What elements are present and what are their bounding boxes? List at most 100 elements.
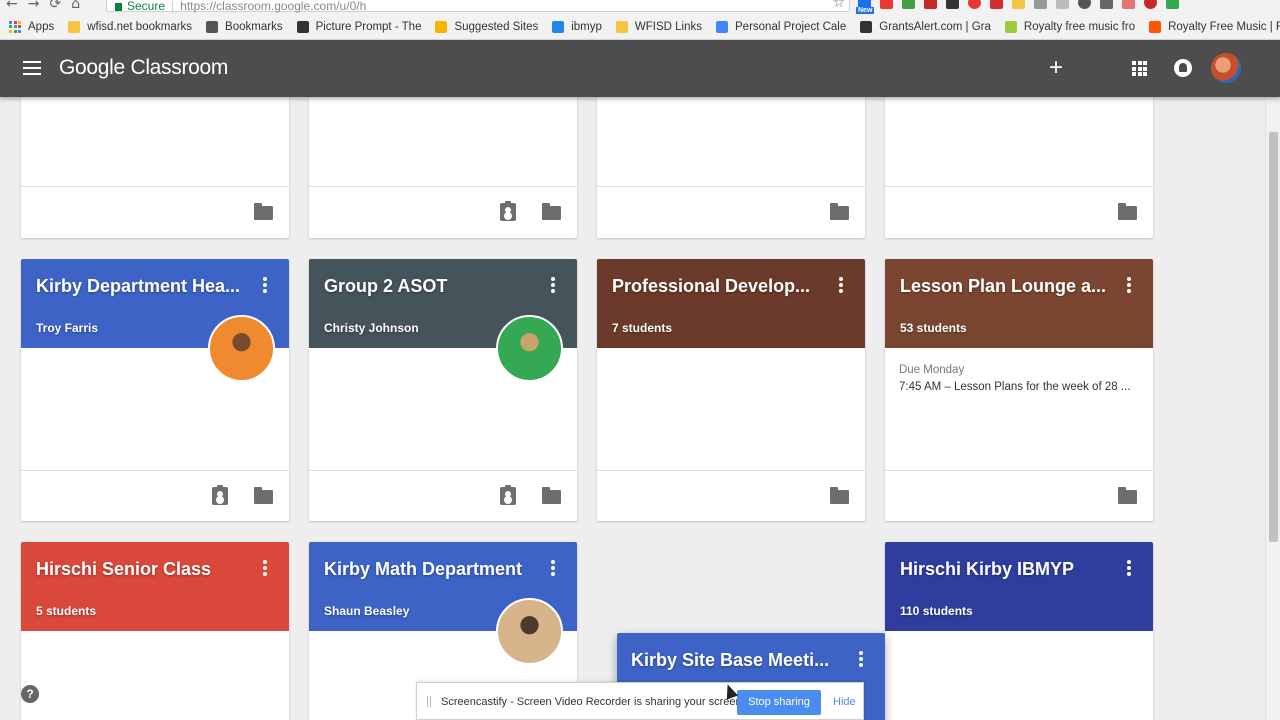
notifications-icon[interactable] — [1174, 59, 1192, 77]
class-card-header: Hirschi Kirby IBMYP 110 students — [885, 542, 1153, 631]
address-bar[interactable]: Secure | https://classroom.google.com/u/0/… — [106, 0, 850, 13]
class-card[interactable] — [21, 97, 289, 238]
more-options-icon[interactable] — [1127, 560, 1131, 576]
screen: ←→⟳⌂ Secure | https://classroom.google.com… — [0, 0, 1280, 720]
extension-icon[interactable] — [946, 0, 959, 9]
class-title[interactable]: Professional Develop... — [612, 276, 822, 297]
bookmark-label: Personal Project Cale — [735, 20, 847, 33]
assignment-icon[interactable] — [212, 485, 228, 505]
class-card[interactable] — [597, 97, 865, 238]
extension-icon[interactable] — [902, 0, 915, 9]
apps-grid-icon — [9, 20, 21, 33]
class-title[interactable]: Hirschi Kirby IBMYP — [900, 559, 1110, 580]
class-card-body — [309, 97, 577, 186]
class-card[interactable]: Hirschi Kirby IBMYP 110 students — [885, 542, 1153, 720]
class-card-footer — [309, 186, 577, 236]
bookmark-item[interactable]: Suggested Sites — [435, 20, 538, 33]
class-card-footer — [21, 186, 289, 236]
assignment-icon[interactable] — [500, 485, 516, 505]
folder-icon[interactable] — [1118, 203, 1137, 220]
bookmark-item[interactable]: ibmyp — [552, 20, 602, 33]
class-card[interactable] — [309, 97, 577, 238]
extension-icon[interactable] — [1012, 0, 1025, 9]
folder-icon[interactable] — [542, 203, 561, 220]
class-subtitle[interactable]: Christy Johnson — [324, 321, 419, 335]
class-card[interactable]: Kirby Department Hea... Troy Farris — [21, 259, 289, 521]
class-title[interactable]: Kirby Math Department — [324, 559, 534, 580]
menu-icon[interactable] — [23, 61, 41, 75]
bookmark-item[interactable]: wfisd.net bookmarks — [68, 20, 192, 33]
folder-icon[interactable] — [830, 487, 849, 504]
class-title[interactable]: Kirby Department Hea... — [36, 276, 246, 297]
folder-icon — [615, 20, 628, 33]
class-card-footer — [21, 470, 289, 520]
due-assignment-link[interactable]: 7:45 AM – Lesson Plans for the week of 2… — [899, 381, 1139, 393]
account-avatar[interactable] — [1211, 53, 1241, 83]
folder-icon[interactable] — [1118, 487, 1137, 504]
extension-icon[interactable] — [1166, 0, 1179, 9]
extension-icon[interactable] — [1122, 0, 1135, 9]
bookmark-item[interactable]: GrantsAlert.com | Gra — [860, 20, 991, 33]
more-options-icon[interactable] — [839, 277, 843, 293]
google-apps-icon[interactable] — [1132, 61, 1147, 76]
extension-icon[interactable] — [880, 0, 893, 9]
class-title[interactable]: Hirschi Senior Class — [36, 559, 246, 580]
extension-icon[interactable] — [990, 0, 1003, 9]
bookmark-star-icon[interactable]: ☆ — [832, 0, 845, 11]
class-card-footer — [597, 470, 865, 520]
calendar-icon — [716, 20, 729, 33]
add-class-button[interactable]: + — [1049, 54, 1063, 82]
more-options-icon[interactable] — [859, 651, 863, 667]
browser-nav-buttons[interactable]: ←→⟳⌂ — [6, 0, 90, 12]
bookmark-item[interactable]: Apps — [9, 20, 54, 33]
more-options-icon[interactable] — [1127, 277, 1131, 293]
class-title[interactable]: Kirby Site Base Meeti... — [631, 650, 841, 671]
scrollbar-thumb[interactable] — [1269, 132, 1278, 542]
extension-icon[interactable] — [924, 0, 937, 9]
extension-icon[interactable] — [1056, 0, 1069, 9]
bookmark-item[interactable]: Personal Project Cale — [716, 20, 847, 33]
class-card[interactable]: Hirschi Senior Class 5 students — [21, 542, 289, 720]
teacher-avatar — [208, 315, 275, 382]
class-subtitle[interactable]: Troy Farris — [36, 321, 98, 335]
hide-button[interactable]: Hide — [833, 696, 856, 708]
bookmark-item[interactable]: Royalty free music fro — [1004, 20, 1135, 33]
folder-icon[interactable] — [254, 487, 273, 504]
more-options-icon[interactable] — [551, 277, 555, 293]
more-options-icon[interactable] — [263, 277, 267, 293]
class-title[interactable]: Lesson Plan Lounge a... — [900, 276, 1110, 297]
folder-icon[interactable] — [254, 203, 273, 220]
class-card[interactable]: Professional Develop... 7 students — [597, 259, 865, 521]
extension-icon[interactable] — [1078, 0, 1091, 9]
bookmark-item[interactable]: Picture Prompt - The — [296, 20, 422, 33]
bookmark-item[interactable]: Bookmarks — [206, 20, 283, 33]
class-card[interactable]: Group 2 ASOT Christy Johnson — [309, 259, 577, 521]
class-subtitle[interactable]: 7 students — [612, 321, 672, 335]
class-subtitle[interactable]: Shaun Beasley — [324, 604, 409, 618]
class-subtitle[interactable]: 5 students — [36, 604, 96, 618]
class-subtitle[interactable]: 53 students — [900, 321, 967, 335]
stop-sharing-button[interactable]: Stop sharing — [737, 690, 821, 715]
class-card[interactable] — [885, 97, 1153, 238]
extension-icon[interactable] — [968, 0, 981, 9]
help-button[interactable]: ? — [21, 685, 39, 703]
assignment-icon[interactable] — [500, 201, 516, 221]
page-scrollbar[interactable] — [1265, 40, 1280, 720]
bookmark-item[interactable]: WFISD Links — [615, 20, 702, 33]
more-options-icon[interactable] — [263, 560, 267, 576]
folder-icon[interactable] — [830, 203, 849, 220]
class-title[interactable]: Group 2 ASOT — [324, 276, 534, 297]
class-card[interactable]: Lesson Plan Lounge a... 53 students Due Mo… — [885, 259, 1153, 521]
star-icon — [206, 20, 219, 33]
folder-icon[interactable] — [542, 487, 561, 504]
bookmark-label: Picture Prompt - The — [315, 20, 422, 33]
soundcloud-icon — [1149, 20, 1162, 33]
drag-handle-icon[interactable] — [427, 696, 431, 707]
class-subtitle[interactable]: 110 students — [900, 604, 973, 618]
bookmark-item[interactable]: Royalty Free Music | F — [1149, 20, 1280, 33]
more-options-icon[interactable] — [551, 560, 555, 576]
app-title: Google Classroom — [59, 56, 229, 79]
extension-icon[interactable] — [1034, 0, 1047, 9]
extension-icon[interactable] — [1144, 0, 1157, 9]
extension-icon[interactable] — [1100, 0, 1113, 9]
